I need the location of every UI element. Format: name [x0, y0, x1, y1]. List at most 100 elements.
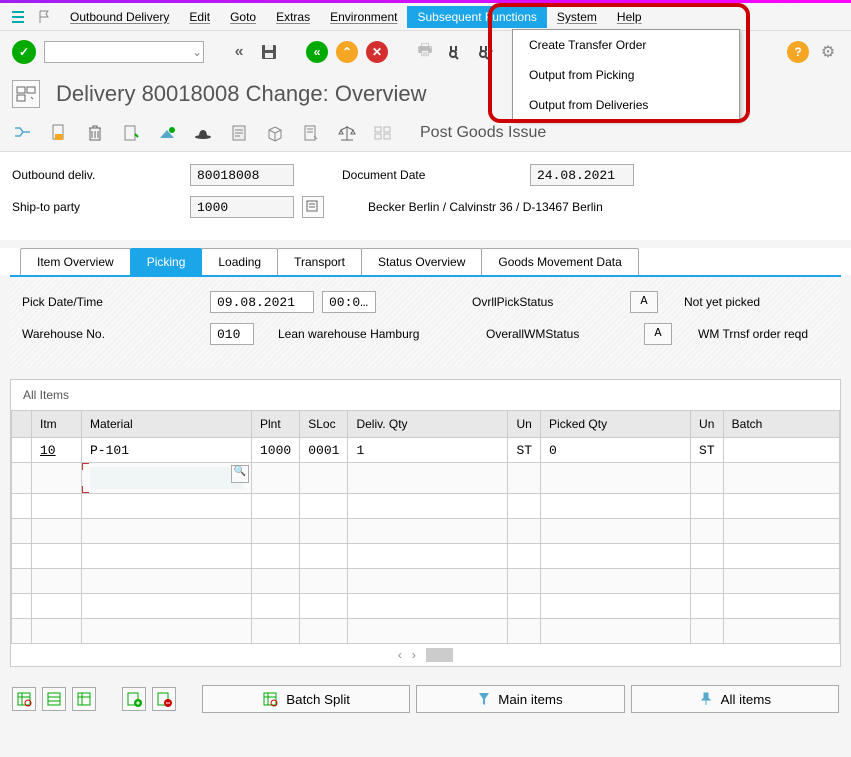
header-details-icon[interactable] — [120, 122, 142, 144]
col-plnt[interactable]: Plnt — [252, 411, 300, 438]
bb-icon-2[interactable] — [42, 687, 66, 711]
table-row[interactable]: 10 P-101 1000 0001 1 ST 0 ST — [12, 438, 840, 463]
menu-edit[interactable]: Edit — [179, 6, 220, 28]
cell-sloc[interactable]: 0001 — [300, 438, 348, 463]
cell-deliv-qty[interactable]: 1 — [348, 438, 508, 463]
overview-icon[interactable] — [12, 80, 40, 108]
delete-icon[interactable] — [84, 122, 106, 144]
menu-environment[interactable]: Environment — [320, 6, 407, 28]
items-section: All Items Itm Material Plnt SLoc Deliv. … — [10, 379, 841, 667]
menu-help[interactable]: Help — [607, 6, 652, 28]
doc2-icon[interactable] — [300, 122, 322, 144]
table-row[interactable] — [12, 594, 840, 619]
table-row[interactable]: 🔍 — [12, 463, 840, 494]
enter-button[interactable]: ✓ — [12, 40, 36, 64]
cancel-button[interactable]: ✕ — [366, 41, 388, 63]
hat-icon[interactable] — [192, 122, 214, 144]
material-search-input[interactable] — [90, 467, 243, 489]
bb-insert-icon[interactable] — [122, 687, 146, 711]
table-scrollbar[interactable]: ‹ › — [11, 644, 840, 666]
all-items-label: All items — [721, 692, 771, 707]
table-row[interactable] — [12, 544, 840, 569]
items-table: Itm Material Plnt SLoc Deliv. Qty Un Pic… — [11, 410, 840, 644]
overall-wm-status-text: WM Trnsf order reqd — [698, 327, 808, 341]
filter-icon — [478, 692, 490, 706]
ship-to-details-icon[interactable] — [302, 196, 324, 218]
scales-icon[interactable] — [336, 122, 358, 144]
col-itm[interactable]: Itm — [32, 411, 82, 438]
col-picked-qty[interactable]: Picked Qty — [541, 411, 691, 438]
cell-itm[interactable]: 10 — [32, 438, 82, 463]
tab-status-overview[interactable]: Status Overview — [361, 248, 482, 275]
back-button[interactable]: « — [306, 41, 328, 63]
flag-icon[interactable] — [34, 7, 54, 27]
dropdown-output-from-picking[interactable]: Output from Picking — [513, 60, 739, 90]
help-button[interactable]: ? — [787, 41, 809, 63]
exit-button[interactable]: ⌃ — [336, 41, 358, 63]
tab-loading[interactable]: Loading — [201, 248, 278, 275]
search-help-icon[interactable]: 🔍 — [231, 465, 249, 483]
menu-outbound-delivery[interactable]: Outbound Delivery — [60, 6, 179, 28]
bb-icon-3[interactable] — [72, 687, 96, 711]
dropdown-arrow-icon[interactable]: ⌄ — [192, 45, 202, 59]
table-row[interactable] — [12, 619, 840, 644]
settings-icon[interactable]: ⚙ — [817, 41, 839, 63]
all-items-button[interactable]: All items — [631, 685, 839, 713]
document-date-input[interactable] — [530, 164, 634, 186]
bb-icon-1[interactable] — [12, 687, 36, 711]
col-batch[interactable]: Batch — [723, 411, 839, 438]
warehouse-no-input[interactable] — [210, 323, 254, 345]
cell-batch[interactable] — [723, 438, 839, 463]
pick-date-input[interactable] — [210, 291, 314, 313]
dropdown-create-transfer-order[interactable]: Create Transfer Order — [513, 30, 739, 60]
col-deliv-qty[interactable]: Deliv. Qty — [348, 411, 508, 438]
document-flow-icon[interactable] — [12, 122, 34, 144]
menu-system[interactable]: System — [547, 6, 607, 28]
tab-picking[interactable]: Picking — [130, 248, 203, 275]
main-items-button[interactable]: Main items — [416, 685, 624, 713]
tab-item-overview[interactable]: Item Overview — [20, 248, 131, 275]
ship-to-party-input[interactable] — [190, 196, 294, 218]
pack-icon[interactable] — [156, 122, 178, 144]
app-menu-icon[interactable] — [8, 7, 28, 27]
col-sloc[interactable]: SLoc — [300, 411, 348, 438]
find-next-icon[interactable] — [474, 41, 496, 63]
menu-subsequent-functions[interactable]: Subsequent Functions — [407, 6, 546, 28]
col-un1[interactable]: Un — [508, 411, 541, 438]
menu-extras[interactable]: Extras — [266, 6, 320, 28]
overall-wm-status-label: OverallWMStatus — [486, 327, 636, 341]
dropdown-output-from-deliveries[interactable]: Output from Deliveries — [513, 90, 739, 120]
subsequent-functions-dropdown: Create Transfer Order Output from Pickin… — [512, 29, 740, 121]
table-row[interactable] — [12, 569, 840, 594]
batch-split-button[interactable]: Batch Split — [202, 685, 410, 713]
tab-goods-movement-data[interactable]: Goods Movement Data — [481, 248, 638, 275]
cell-plnt[interactable]: 1000 — [252, 438, 300, 463]
back-icon[interactable]: « — [228, 41, 250, 63]
table-row[interactable] — [12, 494, 840, 519]
material-search-cell[interactable]: 🔍 — [82, 463, 252, 494]
pick-time-input[interactable] — [322, 291, 376, 313]
outbound-deliv-label: Outbound deliv. — [12, 168, 182, 182]
services-icon[interactable] — [372, 122, 394, 144]
tab-transport[interactable]: Transport — [277, 248, 362, 275]
doc-icon[interactable] — [48, 122, 70, 144]
print-icon[interactable]: 🖶 — [414, 41, 436, 63]
cell-un2[interactable]: ST — [691, 438, 724, 463]
incompleteness-icon[interactable] — [228, 122, 250, 144]
find-icon[interactable] — [444, 41, 466, 63]
overall-wm-status-value: A — [644, 323, 672, 345]
post-goods-issue-button[interactable]: Post Goods Issue — [420, 124, 546, 142]
package-icon[interactable] — [264, 122, 286, 144]
cell-picked-qty[interactable]: 0 — [541, 438, 691, 463]
col-material[interactable]: Material — [82, 411, 252, 438]
bb-delete-icon[interactable] — [152, 687, 176, 711]
table-row[interactable] — [12, 519, 840, 544]
cell-un1[interactable]: ST — [508, 438, 541, 463]
batch-split-label: Batch Split — [286, 692, 350, 707]
cell-material[interactable]: P-101 — [82, 438, 252, 463]
col-un2[interactable]: Un — [691, 411, 724, 438]
save-icon[interactable] — [258, 41, 280, 63]
menu-goto[interactable]: Goto — [220, 6, 266, 28]
outbound-deliv-input[interactable] — [190, 164, 294, 186]
command-field[interactable] — [44, 41, 204, 63]
